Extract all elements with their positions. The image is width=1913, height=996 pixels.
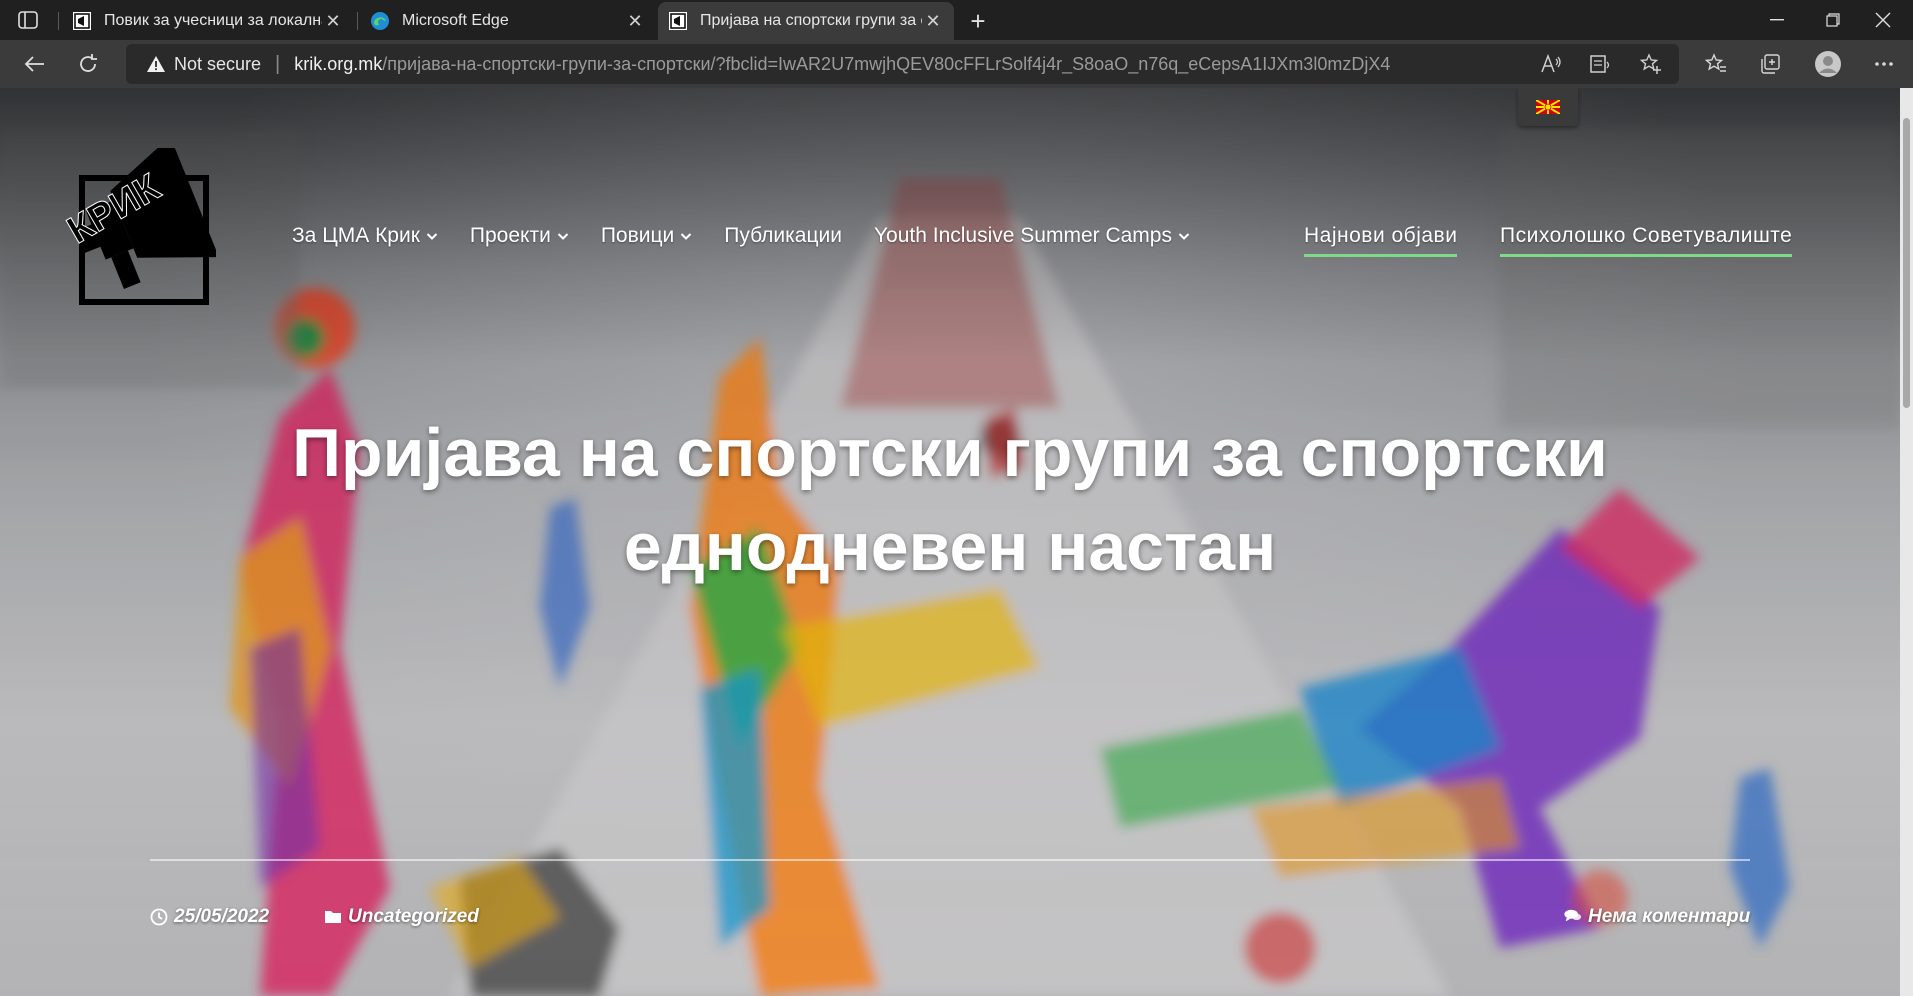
page-scrollbar[interactable] [1900, 88, 1913, 996]
chevron-down-icon [680, 230, 692, 242]
read-aloud-icon[interactable] [1537, 50, 1565, 78]
tab-call-for-participants[interactable]: Повик за учесници за локална ✕ [62, 2, 354, 40]
nav-label: За ЦМА Крик [292, 224, 420, 247]
post-category-value[interactable]: Uncategorized [348, 906, 479, 928]
tab-actions-icon[interactable] [14, 8, 42, 32]
main-navigation: За ЦМА Крик Проекти Повици Публикации Yo… [292, 224, 1222, 248]
tab-title: Пријава на спортски групи за с [700, 12, 922, 29]
nav-about-krik[interactable]: За ЦМА Крик [292, 224, 438, 248]
nav-youth-summer-camps[interactable]: Youth Inclusive Summer Camps [874, 224, 1190, 248]
tab-title: Повик за учесници за локална [104, 12, 322, 29]
warning-icon[interactable] [146, 54, 166, 74]
scrollbar-thumb[interactable] [1903, 118, 1910, 408]
krik-favicon-icon [668, 11, 688, 31]
immersive-reader-icon[interactable] [1587, 50, 1615, 78]
post-comments-value[interactable]: Нема коментари [1588, 906, 1750, 928]
post-comments[interactable]: Нема коментари [1564, 906, 1750, 928]
post-title: Пријава на спортски групи за спортски ед… [260, 406, 1640, 594]
divider [150, 859, 1750, 861]
close-tab-icon[interactable]: ✕ [624, 10, 646, 32]
tab-microsoft-edge[interactable]: Microsoft Edge ✕ [360, 2, 656, 40]
nav-psychological-counseling[interactable]: Психолошко Советувалиште [1500, 224, 1793, 257]
add-favorite-icon[interactable] [1637, 50, 1665, 78]
language-flag-macedonia[interactable] [1518, 88, 1578, 126]
nav-projects[interactable]: Проекти [470, 224, 569, 248]
url-path: /пријава-на-спортски-групи-за-спортски/?… [382, 53, 1391, 74]
more-options-icon[interactable] [1866, 48, 1902, 80]
tab-separator [58, 12, 59, 30]
nav-label: Публикации [724, 224, 842, 247]
nav-publications[interactable]: Публикации [724, 224, 842, 248]
post-date-value: 25/05/2022 [174, 906, 270, 927]
folder-icon [324, 908, 342, 926]
not-secure-label[interactable]: Not secure [174, 54, 261, 75]
post-title-line1: Пријава на спортски групи за спортски [292, 415, 1608, 491]
post-category[interactable]: Uncategorized [324, 906, 479, 928]
tab-separator [357, 12, 358, 30]
nav-label: Повици [600, 224, 675, 247]
minimize-icon[interactable] [1747, 0, 1807, 40]
chevron-down-icon [1178, 230, 1190, 242]
profile-avatar-icon[interactable] [1810, 48, 1846, 80]
page-viewport: КРИК За ЦМА Крик Проекти Повици Публикац… [0, 88, 1900, 996]
tab-title: Microsoft Edge [402, 12, 509, 29]
collections-icon[interactable] [1752, 48, 1788, 80]
refresh-icon[interactable] [70, 48, 106, 80]
krik-favicon-icon [72, 11, 92, 31]
close-window-icon[interactable] [1853, 0, 1913, 40]
nav-label: Проекти [469, 224, 551, 247]
edge-logo-icon [370, 11, 390, 31]
close-tab-icon[interactable]: ✕ [322, 10, 344, 32]
close-tab-icon[interactable]: ✕ [922, 10, 944, 32]
back-arrow-icon[interactable] [16, 48, 52, 80]
favorites-icon[interactable] [1698, 48, 1734, 80]
tab-sports-groups[interactable]: Пријава на спортски групи за с ✕ [658, 2, 954, 40]
krik-logo[interactable]: КРИК [56, 136, 219, 308]
chevron-down-icon [426, 230, 438, 242]
url-host: krik.org.mk [294, 53, 383, 74]
tab-strip: Повик за учесници за локална ✕ Microsoft… [0, 0, 1913, 40]
address-bar[interactable]: Not secure | krik.org.mk /пријава-на-спо… [126, 44, 1679, 84]
clock-icon [150, 908, 168, 926]
new-tab-icon[interactable]: + [963, 6, 993, 36]
nav-label: Youth Inclusive Summer Camps [873, 224, 1172, 247]
nav-latest-posts[interactable]: Најнови објави [1304, 224, 1458, 257]
nav-calls[interactable]: Повици [601, 224, 692, 248]
post-date: 25/05/2022 [150, 906, 269, 928]
chevron-down-icon [557, 230, 569, 242]
address-toolbar: Not secure | krik.org.mk /пријава-на-спо… [0, 40, 1913, 88]
address-separator: | [275, 52, 281, 75]
comments-icon [1564, 908, 1582, 926]
post-title-line2: еднодневен настан [623, 509, 1277, 585]
